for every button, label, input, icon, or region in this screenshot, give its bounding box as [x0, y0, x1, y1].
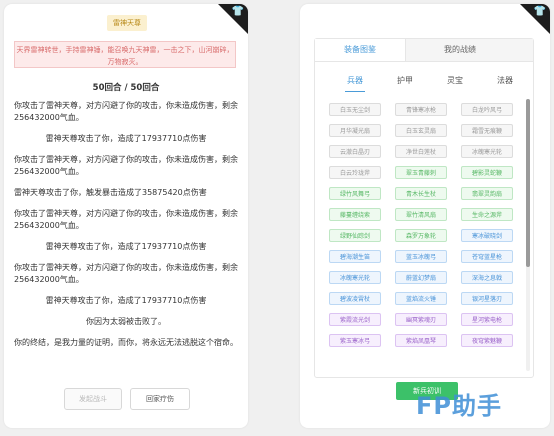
- tab-artifact[interactable]: 法器: [490, 75, 520, 86]
- equipment-item[interactable]: 紫霞流光剑: [329, 313, 381, 326]
- equipment-item[interactable]: 生命之源斧: [461, 208, 513, 221]
- equipment-item[interactable]: 蓝玉冰魄弓: [395, 250, 447, 263]
- equipment-item[interactable]: 青锋寒冰枪: [395, 103, 447, 116]
- equipment-item[interactable]: 月华凝光扇: [329, 124, 381, 137]
- equipment-item[interactable]: 夜穹紫魅鞭: [461, 334, 513, 347]
- tab-weapons[interactable]: 兵器: [340, 75, 370, 86]
- log-entry: 雷神天尊攻击了你，造成了17937710点伤害: [45, 242, 207, 251]
- equipment-item[interactable]: 白龙吟风弓: [461, 103, 513, 116]
- start-battle-button[interactable]: 发起战斗: [64, 388, 122, 410]
- log-entry: 雷神天尊攻击了你，造成了17937710点伤害: [45, 296, 207, 305]
- battle-panel: 👕 雷神天尊 天界雷神转世，手持雷神锤，能召唤九天神雷，一击之下，山河崩碎，万物…: [4, 4, 248, 428]
- boss-description-banner: 天界雷神转世，手持雷神锤，能召唤九天神雷，一击之下，山河崩碎，万物寂灭。: [14, 41, 236, 68]
- log-entry: 你攻击了雷神天尊，对方闪避了你的攻击，你未造成伤害，剩余256432000气血。: [14, 155, 238, 176]
- equipment-item[interactable]: 翠玉青藤刺: [395, 166, 447, 179]
- top-tab-bar: 装备图鉴 我的战绩: [315, 39, 533, 62]
- equipment-item[interactable]: 苍穹蓝星枪: [461, 250, 513, 263]
- equipment-item[interactable]: 净世白莲杖: [395, 145, 447, 158]
- equipment-item[interactable]: 碧影灵蛇鞭: [461, 166, 513, 179]
- equipment-item[interactable]: 蓝焰流火锤: [395, 292, 447, 305]
- equipment-item[interactable]: 紫玉寒冰弓: [329, 334, 381, 347]
- equipment-item[interactable]: 蔚蓝幻梦扇: [395, 271, 447, 284]
- battle-log: 你攻击了雷神天尊，对方闪避了你的攻击，你未造成伤害，剩余256432000气血。…: [14, 100, 238, 358]
- log-entry: 你攻击了雷神天尊，对方闪避了你的攻击，你未造成伤害，剩余256432000气血。: [14, 263, 238, 284]
- equipment-item[interactable]: 碧波凌霄杖: [329, 292, 381, 305]
- equipment-card: 装备图鉴 我的战绩 兵器 护甲 灵宝 法器 白玉无尘剑 青锋寒冰枪 白龙吟风弓月华凝…: [314, 38, 534, 378]
- equipment-item[interactable]: 白玉玄灵扇: [395, 124, 447, 137]
- equipment-item[interactable]: 冰魄寒光轮: [461, 145, 513, 158]
- equipment-item[interactable]: 森罗万象轮: [395, 229, 447, 242]
- equipment-item[interactable]: 藤蔓缠绕索: [329, 208, 381, 221]
- boss-title-badge: 雷神天尊: [107, 15, 147, 31]
- equipment-item[interactable]: 深海之息戟: [461, 271, 513, 284]
- tab-my-records[interactable]: 我的战绩: [415, 39, 505, 61]
- active-tab-underline: [345, 91, 365, 92]
- category-tab-bar: 兵器 护甲 灵宝 法器: [315, 75, 533, 89]
- shirt-icon[interactable]: 👕: [534, 7, 546, 17]
- equipment-panel: 👕 装备图鉴 我的战绩 兵器 护甲 灵宝 法器 白玉无尘剑 青锋寒冰枪 白龙吟风弓月…: [300, 4, 550, 428]
- equipment-item[interactable]: 云澈白晶刃: [329, 145, 381, 158]
- equipment-item[interactable]: 绿野仙踪剑: [329, 229, 381, 242]
- scrollbar-thumb[interactable]: [526, 99, 530, 267]
- equipment-item[interactable]: 星河紫电枪: [461, 313, 513, 326]
- log-entry: 你的终结，是我力量的证明，而你，将永远无法逃脱这个宿命。: [14, 338, 238, 347]
- log-entry: 你因为太弱被击败了。: [86, 317, 166, 326]
- equipment-item[interactable]: 绿竹风舞弓: [329, 187, 381, 200]
- tab-spirit-treasure[interactable]: 灵宝: [440, 75, 470, 86]
- equipment-item[interactable]: 白玉无尘剑: [329, 103, 381, 116]
- equipment-item[interactable]: 冰魄寒光轮: [329, 271, 381, 284]
- equipment-list: 白玉无尘剑 青锋寒冰枪 白龙吟风弓月华凝光扇 白玉玄灵扇 霜雪无痕鞭云澈白晶刃 净世白莲杖…: [329, 103, 515, 373]
- go-home-heal-button[interactable]: 回家疗伤: [130, 388, 190, 410]
- watermark-logo: FP助手: [416, 392, 502, 420]
- equipment-item[interactable]: 紫焰凤凰琴: [395, 334, 447, 347]
- log-entry: 你攻击了雷神天尊，对方闪避了你的攻击，你未造成伤害，剩余256432000气血。: [14, 209, 238, 230]
- round-counter: 50回合 / 50回合: [92, 83, 160, 93]
- shirt-icon[interactable]: 👕: [232, 7, 244, 17]
- equipment-item[interactable]: 寒冰破晓剑: [461, 229, 513, 242]
- equipment-item[interactable]: 青木长生杖: [395, 187, 447, 200]
- equipment-item[interactable]: 白云玲珑斧: [329, 166, 381, 179]
- equipment-item[interactable]: 碧海潮生笛: [329, 250, 381, 263]
- equipment-item[interactable]: 幽冥紫魂刃: [395, 313, 447, 326]
- tab-equipment-catalog[interactable]: 装备图鉴: [315, 39, 406, 61]
- equipment-item[interactable]: 翡翠灵韵扇: [461, 187, 513, 200]
- tab-armor[interactable]: 护甲: [390, 75, 420, 86]
- log-entry: 你攻击了雷神天尊，对方闪避了你的攻击，你未造成伤害，剩余256432000气血。: [14, 101, 238, 122]
- equipment-item[interactable]: 翠竹清风扇: [395, 208, 447, 221]
- log-entry: 雷神天尊攻击了你，造成了17937710点伤害: [45, 134, 207, 143]
- log-entry: 雷神天尊攻击了你，触发暴击造成了35875420点伤害: [14, 188, 207, 197]
- equipment-item[interactable]: 银河星落刃: [461, 292, 513, 305]
- equipment-item[interactable]: 霜雪无痕鞭: [461, 124, 513, 137]
